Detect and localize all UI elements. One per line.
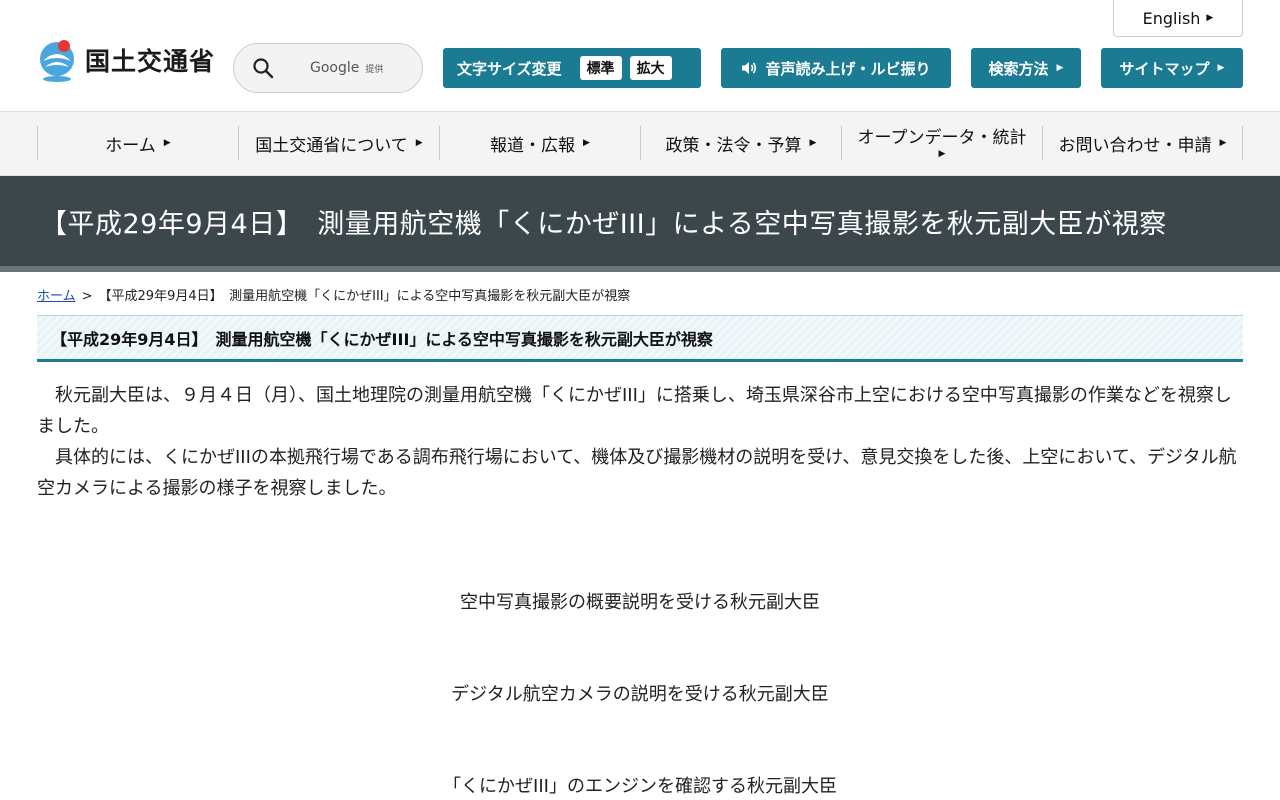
page-title: 【平成29年9月4日】 測量用航空機「くにかぜIII」による空中写真撮影を秋元副…	[40, 208, 1167, 240]
article-paragraph: 具体的には、くにかぜIIIの本拠飛行場である調布飛行場において、機体及び撮影機材…	[37, 447, 1237, 499]
arrow-right-icon: ▶	[1206, 13, 1214, 23]
font-size-control: 文字サイズ変更 標準 拡大	[443, 48, 701, 88]
nav-item-label: ホーム	[105, 135, 156, 156]
breadcrumb-separator: >	[81, 289, 93, 304]
breadcrumb-current: 【平成29年9月4日】 測量用航空機「くにかぜIII」による空中写真撮影を秋元副…	[98, 289, 631, 304]
photo-caption: デジタル航空カメラの説明を受ける秋元副大臣	[451, 684, 829, 705]
article-body: 秋元副大臣は、９月４日（月）、国土地理院の測量用航空機「くにかぜIII」に搭乗し…	[37, 380, 1243, 504]
font-size-label: 文字サイズ変更	[457, 59, 562, 78]
nav-item-open-data[interactable]: オープンデータ・統計 ▶	[841, 126, 1042, 160]
search-google-label: Google	[310, 60, 360, 76]
sitemap-label: サイトマップ	[1119, 59, 1210, 78]
voice-reading-button[interactable]: 音声読み上げ・ルビ振り	[721, 48, 951, 88]
nav-item-press[interactable]: 報道・広報 ▶	[439, 126, 640, 160]
font-size-standard-button[interactable]: 標準	[579, 56, 622, 80]
arrow-right-icon: ▶	[938, 149, 946, 159]
logo-text: 国土交通省	[85, 47, 216, 76]
arrow-right-icon: ▶	[583, 138, 590, 148]
search-method-button[interactable]: 検索方法 ▶	[971, 48, 1081, 88]
arrow-right-icon: ▶	[1056, 63, 1064, 73]
nav-item-label: オープンデータ・統計	[857, 128, 1027, 148]
search-method-label: 検索方法	[988, 59, 1049, 78]
voice-reading-label: 音声読み上げ・ルビ振り	[765, 59, 931, 78]
photo-caption: 「くにかぜIII」のエンジンを確認する秋元副大臣	[443, 776, 837, 797]
arrow-right-icon: ▶	[1219, 138, 1227, 148]
nav-item-contact[interactable]: お問い合わせ・申請 ▶	[1042, 126, 1243, 160]
search-box[interactable]: Google 提供	[233, 43, 423, 93]
site-logo[interactable]: 国土交通省	[37, 37, 215, 83]
arrow-right-icon: ▶	[415, 138, 423, 148]
site-header: 国土交通省 Google 提供 English ▶ 文字サイズ変更 標準 拡大 …	[0, 0, 1280, 112]
nav-item-home[interactable]: ホーム ▶	[37, 126, 238, 160]
sitemap-button[interactable]: サイトマップ ▶	[1101, 48, 1243, 88]
mlit-logo-icon	[40, 40, 74, 82]
nav-item-label: 国土交通省について	[255, 135, 408, 156]
search-icon[interactable]	[252, 57, 274, 79]
nav-item-policy[interactable]: 政策・法令・予算 ▶	[640, 126, 841, 160]
arrow-right-icon: ▶	[809, 138, 817, 148]
english-button[interactable]: English ▶	[1113, 0, 1243, 37]
font-size-large-button[interactable]: 拡大	[629, 56, 672, 80]
global-nav: ホーム ▶ 国土交通省について ▶ 報道・広報 ▶ 政策・法令・予算 ▶ オープ…	[0, 112, 1280, 176]
breadcrumb-home-link[interactable]: ホーム	[37, 289, 76, 304]
arrow-right-icon: ▶	[163, 138, 171, 148]
breadcrumb: ホーム > 【平成29年9月4日】 測量用航空機「くにかぜIII」による空中写真撮影…	[37, 285, 1280, 304]
english-label: English	[1142, 8, 1201, 28]
search-provided-label: 提供	[365, 64, 384, 75]
nav-item-about[interactable]: 国土交通省について ▶	[238, 126, 439, 160]
nav-item-label: 政策・法令・予算	[665, 135, 802, 156]
arrow-right-icon: ▶	[1217, 63, 1225, 73]
speaker-icon	[742, 62, 757, 74]
article-paragraph: 秋元副大臣は、９月４日（月）、国土地理院の測量用航空機「くにかぜIII」に搭乗し…	[37, 385, 1232, 437]
content-heading-text: 【平成29年9月4日】 測量用航空機「くにかぜIII」による空中写真撮影を秋元副…	[51, 329, 713, 349]
content-heading: 【平成29年9月4日】 測量用航空機「くにかぜIII」による空中写真撮影を秋元副…	[37, 315, 1243, 362]
photo-caption: 空中写真撮影の概要説明を受ける秋元副大臣	[460, 592, 820, 613]
nav-item-label: お問い合わせ・申請	[1058, 135, 1212, 156]
nav-item-label: 報道・広報	[490, 135, 576, 156]
page-title-band: 【平成29年9月4日】 測量用航空機「くにかぜIII」による空中写真撮影を秋元副…	[0, 176, 1280, 272]
